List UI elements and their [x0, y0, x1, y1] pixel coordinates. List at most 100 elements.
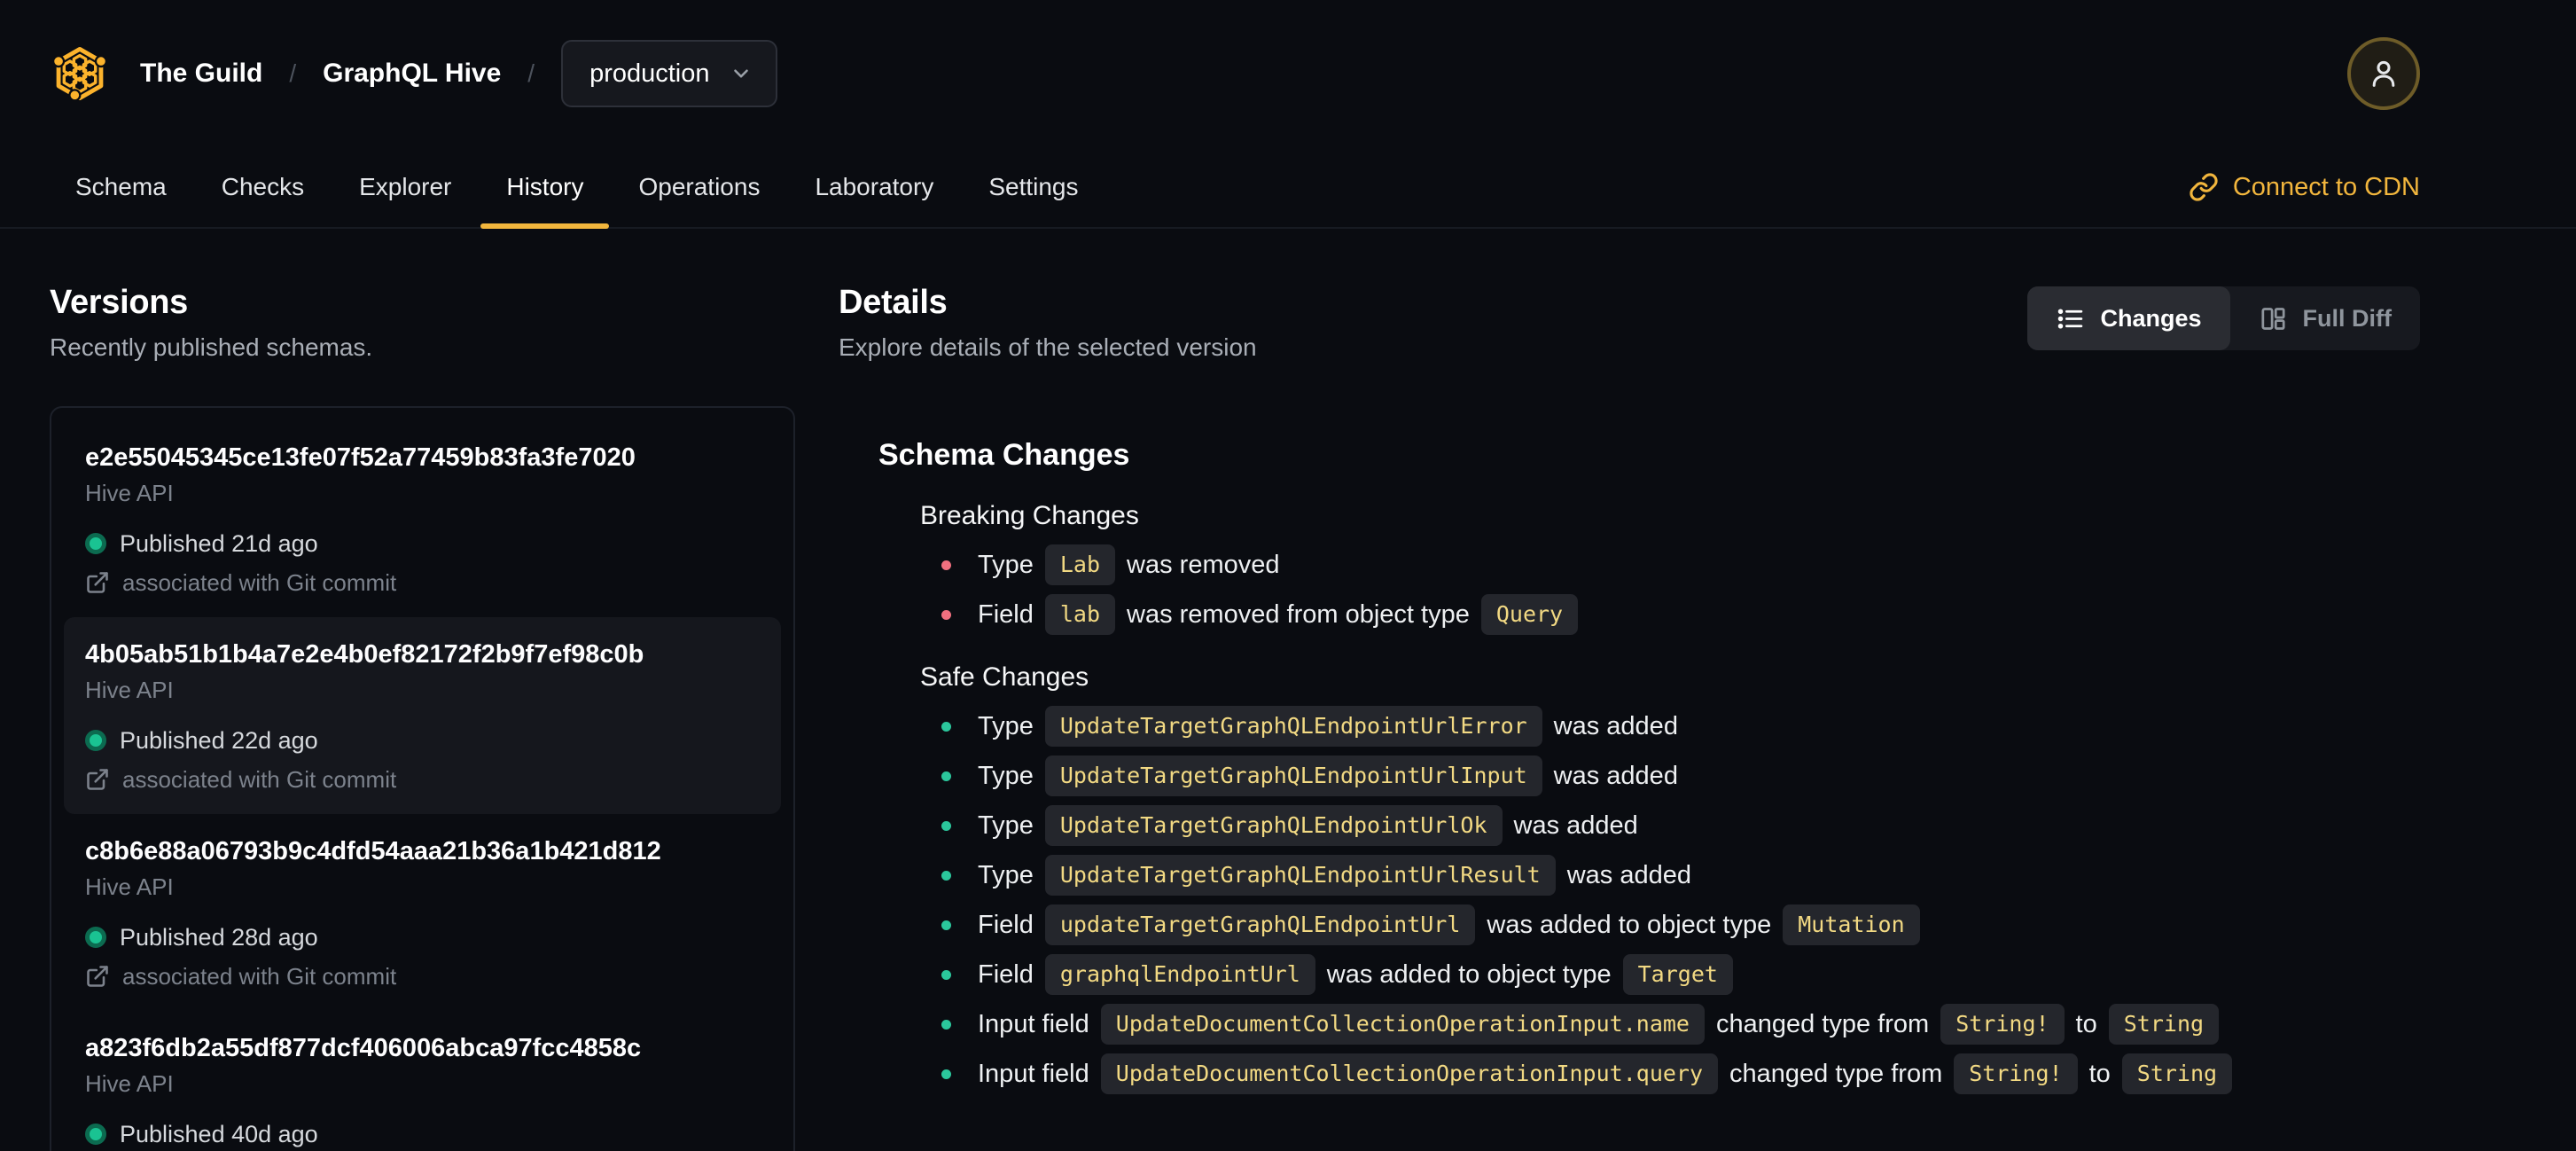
change-text: Field lab was removed from object type Quer…	[978, 594, 1579, 635]
version-published-status: Published 28d ago	[85, 924, 760, 951]
target-selector[interactable]: production	[561, 40, 777, 107]
change-groups: Breaking Changes Type Lab was removed Field l…	[839, 500, 2420, 1099]
version-service: Hive API	[85, 480, 174, 506]
version-card[interactable]: 4b05ab51b1b4a7e2e4b0ef82172f2b9f7ef98c0b…	[64, 617, 781, 814]
change-text-segment: was added	[1513, 810, 1638, 840]
breadcrumb-separator: /	[289, 59, 297, 87]
breaking-bullet-icon	[941, 560, 951, 570]
change-item: Type UpdateTargetGraphQLEndpointUrlResult…	[920, 850, 2420, 900]
code-chip: Target	[1622, 954, 1733, 995]
code-chip: String	[2121, 1053, 2233, 1094]
change-text-segment: was removed	[1127, 550, 1280, 579]
breaking-bullet-icon	[941, 609, 951, 620]
connect-cdn-link[interactable]: Connect to CDN	[2189, 147, 2420, 227]
code-chip: graphqlEndpointUrl	[1044, 954, 1315, 995]
code-chip: UpdateDocumentCollectionOperationInput.q…	[1100, 1053, 1719, 1094]
change-item: Input field UpdateDocumentCollectionOpera…	[920, 999, 2420, 1049]
git-commit-label: associated with Git commit	[122, 765, 397, 793]
git-commit-label: associated with Git commit	[122, 962, 397, 990]
versions-list: e2e55045345ce13fe07f52a77459b83fa3fe7020…	[50, 406, 795, 1151]
published-status-dot-icon	[85, 730, 106, 751]
change-text: Type Lab was removed	[978, 544, 1280, 585]
details-subtitle: Explore details of the selected version	[839, 333, 1257, 361]
git-commit-link[interactable]: associated with Git commit	[85, 569, 760, 596]
published-status-dot-icon	[85, 533, 106, 554]
target-selector-value: production	[589, 59, 710, 88]
change-text-segment: to	[2088, 1059, 2111, 1088]
breadcrumb-separator: /	[527, 59, 535, 87]
tab-laboratory[interactable]: Laboratory	[789, 147, 959, 227]
tab-operations[interactable]: Operations	[613, 147, 785, 227]
main-tabs: Schema Checks Explorer History Operations Lab…	[50, 147, 1105, 229]
version-service: Hive API	[85, 873, 174, 900]
connect-cdn-label: Connect to CDN	[2232, 172, 2420, 201]
safe-bullet-icon	[941, 870, 951, 881]
change-item: Field lab was removed from object type Quer…	[920, 590, 2420, 639]
version-card[interactable]: a823f6db2a55df877dcf406006abca97fcc4858c…	[64, 1011, 781, 1151]
breadcrumb-org[interactable]: The Guild	[140, 59, 262, 89]
change-text: Type UpdateTargetGraphQLEndpointUrlError w…	[978, 706, 1678, 747]
user-avatar-button[interactable]	[2347, 37, 2420, 110]
change-text-segment: Field	[978, 599, 1034, 629]
change-text-segment: to	[2075, 1009, 2097, 1038]
changes-toggle-button[interactable]: Changes	[2027, 286, 2230, 350]
breaking-changes-title: Breaking Changes	[920, 501, 1139, 530]
change-text-segment: Input field	[978, 1009, 1089, 1038]
change-text-segment: Type	[978, 860, 1034, 889]
code-chip: UpdateDocumentCollectionOperationInput.n…	[1100, 1004, 1705, 1045]
git-commit-link[interactable]: associated with Git commit	[85, 766, 760, 793]
change-item: Input field UpdateDocumentCollectionOpera…	[920, 1049, 2420, 1099]
change-text: Type UpdateTargetGraphQLEndpointUrlResult…	[978, 855, 1691, 896]
change-text: Type UpdateTargetGraphQLEndpointUrlInput w…	[978, 756, 1678, 796]
hive-logo-icon[interactable]	[50, 43, 110, 104]
code-chip: lab	[1044, 594, 1116, 635]
view-toggle: Changes Full Diff	[2027, 286, 2420, 350]
page: The Guild / GraphQL Hive / production Sc…	[0, 0, 2576, 1151]
published-status-text: Published 40d ago	[120, 1120, 318, 1147]
header-top: The Guild / GraphQL Hive / production	[0, 0, 2576, 147]
change-text-segment: Type	[978, 711, 1034, 740]
published-status-text: Published 22d ago	[120, 726, 318, 754]
safe-bullet-icon	[941, 771, 951, 781]
safe-bullet-icon	[941, 1069, 951, 1079]
version-hash: e2e55045345ce13fe07f52a77459b83fa3fe7020	[85, 443, 636, 472]
change-item: Type UpdateTargetGraphQLEndpointUrlError w…	[920, 701, 2420, 751]
tab-settings[interactable]: Settings	[963, 147, 1104, 227]
external-link-icon	[87, 572, 108, 593]
change-text-segment: changed type from	[1729, 1059, 1943, 1088]
full-diff-toggle-button[interactable]: Full Diff	[2230, 286, 2420, 350]
change-text-segment: Type	[978, 550, 1034, 579]
chevron-down-icon	[733, 69, 748, 78]
details-header: Details Explore details of the selected …	[839, 284, 2420, 362]
change-text-segment: Type	[978, 761, 1034, 790]
git-commit-label: associated with Git commit	[122, 568, 397, 596]
change-text-segment: was added to object type	[1326, 959, 1612, 989]
breaking-changes-list: Type Lab was removed Field lab was removed fr…	[920, 540, 2420, 639]
breadcrumb-project[interactable]: GraphQL Hive	[323, 59, 501, 89]
change-text: Input field UpdateDocumentCollectionOpera…	[978, 1004, 2220, 1045]
version-card[interactable]: e2e55045345ce13fe07f52a77459b83fa3fe7020…	[64, 420, 781, 617]
external-link-icon	[87, 769, 108, 790]
git-commit-link[interactable]: associated with Git commit	[85, 963, 760, 990]
list-icon	[2058, 309, 2083, 328]
columns-icon	[2260, 307, 2285, 330]
change-text-segment: Field	[978, 910, 1034, 939]
version-published-status: Published 21d ago	[85, 530, 760, 557]
tab-schema[interactable]: Schema	[50, 147, 192, 227]
version-published-status: Published 40d ago	[85, 1121, 760, 1147]
safe-changes-group: Safe Changes Type UpdateTargetGraphQLEndpo…	[920, 662, 2420, 1099]
link-icon	[2190, 173, 2218, 201]
tab-explorer[interactable]: Explorer	[333, 147, 477, 227]
tab-history[interactable]: History	[480, 147, 610, 229]
safe-changes-list: Type UpdateTargetGraphQLEndpointUrlError w…	[920, 701, 2420, 1099]
versions-title: Versions	[50, 284, 189, 321]
change-text: Field graphqlEndpointUrl was added to obje…	[978, 954, 1733, 995]
code-chip: Mutation	[1783, 904, 1920, 945]
version-card[interactable]: c8b6e88a06793b9c4dfd54aaa21b36a1b421d812…	[64, 814, 781, 1011]
code-chip: Lab	[1044, 544, 1116, 585]
external-link-icon	[87, 966, 108, 987]
safe-bullet-icon	[941, 969, 951, 980]
tab-checks[interactable]: Checks	[196, 147, 330, 227]
main-content: Versions Recently published schemas. e2e…	[0, 229, 2576, 1151]
change-text-segment: Type	[978, 810, 1034, 840]
